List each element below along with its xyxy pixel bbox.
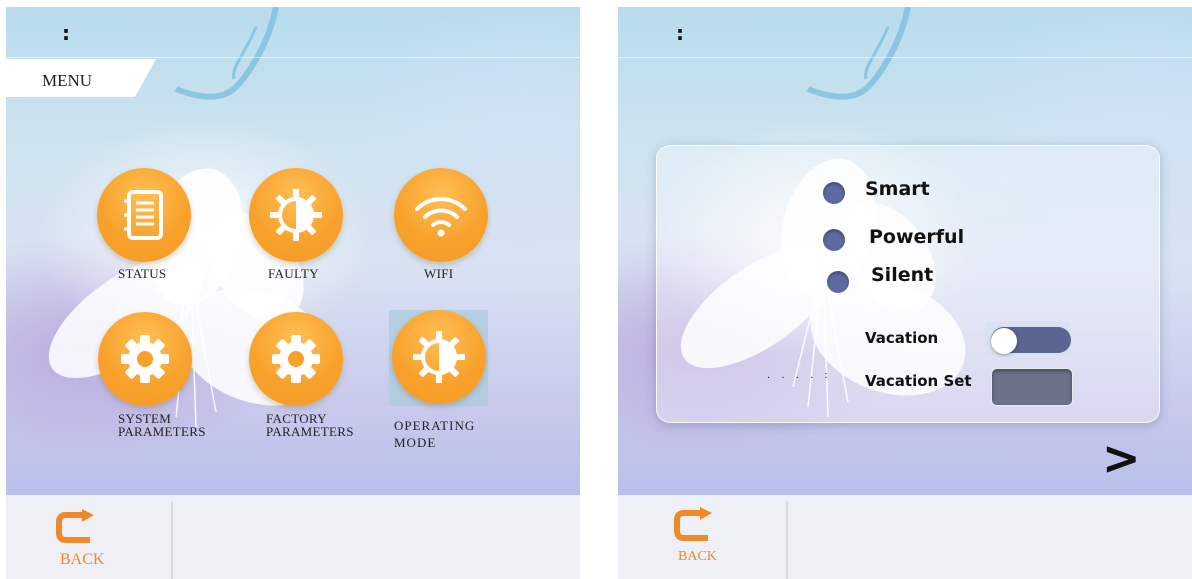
vacation-toggle[interactable] bbox=[985, 322, 1071, 356]
factory-parameters-label: FACTORY PARAMETERS bbox=[266, 411, 354, 439]
stem-decoration bbox=[806, 7, 911, 100]
bottom-bar: BACK bbox=[618, 495, 1192, 579]
status-colon: : bbox=[62, 21, 70, 45]
mode-card: Smart Powerful Silent Vacation . . . . :… bbox=[656, 145, 1160, 423]
gear-icon bbox=[272, 335, 320, 383]
radio-silent[interactable] bbox=[827, 271, 849, 293]
bottom-bar: BACK bbox=[6, 495, 580, 579]
back-label: BACK bbox=[678, 549, 717, 564]
vacation-set-label: Vacation Set bbox=[865, 372, 972, 390]
radio-smart[interactable] bbox=[823, 182, 845, 204]
operating-mode-screen: : Smart Powerful Silent Vacation . . . .… bbox=[618, 7, 1192, 579]
top-divider bbox=[618, 57, 1192, 58]
menu-title: MENU bbox=[42, 71, 93, 90]
wifi-button[interactable] bbox=[394, 168, 488, 262]
bottom-separator bbox=[171, 501, 173, 579]
mode-label-silent: Silent bbox=[871, 264, 934, 286]
wifi-icon bbox=[415, 197, 467, 237]
back-button[interactable]: BACK bbox=[36, 495, 136, 579]
gear-icon bbox=[121, 335, 169, 383]
system-parameters-label: SYSTEM PARAMETERS bbox=[118, 411, 206, 439]
status-label: STATUS bbox=[118, 266, 167, 281]
menu-title-tab: MENU bbox=[6, 59, 156, 97]
faulty-label: FAULTY bbox=[268, 266, 319, 281]
top-divider bbox=[6, 57, 580, 58]
operating-mode-label: OPERATING MODE bbox=[394, 418, 476, 450]
status-colon: : bbox=[676, 21, 684, 45]
dots-indicator: . . . . : bbox=[767, 370, 832, 381]
toggle-knob bbox=[991, 328, 1017, 354]
menu-screen: : MENU STATUS FAULTY WIFI SYSTEM PARAMET… bbox=[6, 7, 580, 579]
mode-label-smart: Smart bbox=[865, 178, 930, 200]
next-button[interactable]: > bbox=[1102, 431, 1141, 485]
bottom-separator bbox=[786, 501, 788, 579]
system-parameters-button[interactable] bbox=[98, 312, 192, 406]
back-label: BACK bbox=[60, 551, 105, 568]
operating-mode-button[interactable] bbox=[392, 310, 486, 404]
status-button[interactable] bbox=[97, 168, 191, 262]
notebook-icon bbox=[124, 190, 163, 240]
sun-gear-icon bbox=[270, 189, 322, 241]
factory-parameters-button[interactable] bbox=[249, 312, 343, 406]
vacation-label: Vacation bbox=[865, 329, 939, 347]
faulty-button[interactable] bbox=[249, 168, 343, 262]
vacation-set-field[interactable] bbox=[991, 368, 1073, 406]
mode-label-powerful: Powerful bbox=[869, 226, 965, 248]
back-arrow-icon bbox=[674, 507, 712, 541]
wifi-label: WIFI bbox=[424, 266, 454, 281]
back-arrow-icon bbox=[56, 509, 94, 543]
radio-powerful[interactable] bbox=[823, 229, 845, 251]
sun-gear-icon bbox=[413, 331, 465, 383]
back-button[interactable]: BACK bbox=[658, 495, 758, 579]
